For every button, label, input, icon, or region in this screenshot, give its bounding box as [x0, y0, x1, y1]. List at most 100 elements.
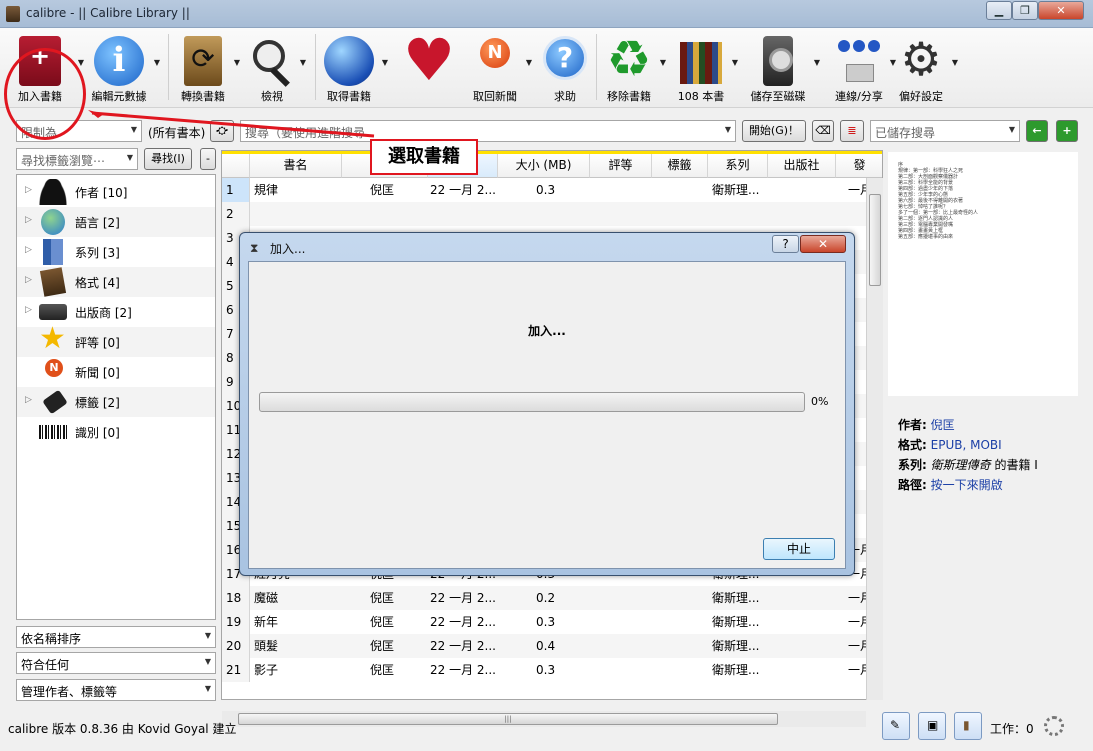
cover-browser-toggle-button[interactable]: ▣: [918, 712, 946, 740]
row-number[interactable]: 18: [222, 586, 250, 610]
path-detail-label: 路徑:: [898, 478, 927, 492]
plus-icon: +: [1062, 124, 1072, 137]
vertical-scrollbar[interactable]: [866, 178, 883, 700]
row-number[interactable]: 20: [222, 634, 250, 658]
donate-heart-button[interactable]: [396, 26, 460, 104]
help-icon: [543, 36, 587, 80]
jobs-text[interactable]: 工作：0: [990, 720, 1034, 737]
tree-item-ratings[interactable]: 評等 [0]: [17, 321, 215, 357]
tree-item-formats[interactable]: ▷ 格式 [4]: [17, 267, 215, 297]
expand-arrow-icon[interactable]: ▷: [25, 215, 32, 225]
chevron-down-icon: ▼: [1008, 125, 1015, 134]
library-dropdown-icon[interactable]: ▼: [732, 58, 738, 67]
saved-search-combo[interactable]: 已儲存搜尋 ▼: [870, 120, 1020, 142]
book-icon: ▮: [963, 718, 970, 732]
edit-metadata-button[interactable]: 編輯元數據 ▼: [86, 32, 160, 104]
column-header[interactable]: 標籤: [652, 154, 708, 178]
copy-search-button[interactable]: ≣: [840, 120, 864, 142]
tree-item-label: 出版商 [2]: [75, 306, 132, 320]
typewriter-icon: [39, 304, 67, 320]
tree-item-identifiers[interactable]: 識別 [0]: [17, 417, 215, 447]
library-button[interactable]: 108 本書 ▼: [672, 32, 738, 104]
connect-share-button[interactable]: 連線/分享 ▼: [830, 32, 896, 104]
cell-series: 衛斯理...: [712, 663, 760, 677]
scroll-thumb[interactable]: [869, 194, 881, 286]
author-link[interactable]: 倪匡: [931, 418, 955, 432]
chevron-down-icon: ▼: [204, 657, 211, 666]
row-number[interactable]: 1: [222, 178, 250, 202]
save-search-button[interactable]: ←: [1026, 120, 1048, 142]
preferences-dropdown-icon[interactable]: ▼: [952, 58, 958, 67]
main-toolbar: 加入書籍 ▼ 編輯元數據 ▼ 轉換書籍 ▼ 檢視 ▼ 取得書籍 ▼: [0, 26, 1093, 108]
series-suffix: 的書籍 I: [994, 458, 1038, 472]
column-header[interactable]: 發: [836, 154, 882, 178]
dialog-close-button[interactable]: ✕: [800, 235, 846, 253]
match-combo[interactable]: 符合任何 ▼: [16, 652, 216, 674]
add-books-dropdown-icon[interactable]: ▼: [78, 58, 84, 67]
column-header[interactable]: 出版社: [768, 154, 836, 178]
toolbar-separator: [596, 34, 597, 100]
tree-item-languages[interactable]: ▷ 語言 [2]: [17, 207, 215, 237]
path-link[interactable]: 按一下來開啟: [931, 478, 1003, 492]
expand-arrow-icon[interactable]: ▷: [25, 395, 32, 405]
row-number[interactable]: 19: [222, 610, 250, 634]
cell-size: 0.3: [536, 615, 556, 629]
row-number[interactable]: 2: [222, 202, 250, 226]
save-to-disk-dropdown-icon[interactable]: ▼: [814, 58, 820, 67]
help-button[interactable]: 求助: [538, 32, 592, 104]
column-header[interactable]: 大小 (MB): [498, 154, 590, 178]
clear-search-button[interactable]: ⌫: [812, 120, 834, 142]
get-books-dropdown-icon[interactable]: ▼: [382, 58, 388, 67]
book-details-toggle-button[interactable]: ▮: [954, 712, 982, 740]
sort-by-combo[interactable]: 依名稱排序 ▼: [16, 626, 216, 648]
author-detail-label: 作者:: [898, 418, 927, 432]
tag-icon: ✎: [890, 718, 901, 732]
row-number[interactable]: 21: [222, 658, 250, 682]
tree-item-tags[interactable]: ▷ 標籤 [2]: [17, 387, 215, 417]
preferences-button[interactable]: 偏好設定 ▼: [892, 32, 958, 104]
series-detail: 系列: 衛斯理傳奇 的書籍 I: [898, 456, 1038, 473]
stop-button[interactable]: 中止: [763, 538, 835, 560]
edit-metadata-dropdown-icon[interactable]: ▼: [154, 58, 160, 67]
minimize-button[interactable]: ▁: [986, 1, 1012, 20]
column-header[interactable]: 評等: [590, 154, 652, 178]
expand-arrow-icon[interactable]: ▷: [25, 185, 32, 195]
fetch-news-button[interactable]: 取回新聞 ▼: [466, 32, 532, 104]
get-books-button[interactable]: 取得書籍 ▼: [318, 32, 388, 104]
add-search-button[interactable]: +: [1056, 120, 1078, 142]
tag-browser-toggle-button[interactable]: ✎: [882, 712, 910, 740]
tree-item-series[interactable]: ▷ 系列 [3]: [17, 237, 215, 267]
save-to-disk-button[interactable]: 儲存至磁碟 ▼: [744, 32, 820, 104]
formats-detail: 格式: EPUB, MOBI: [898, 436, 1002, 453]
toolbar-separator: [315, 34, 316, 100]
tree-item-news[interactable]: 新聞 [0]: [17, 357, 215, 387]
fetch-news-dropdown-icon[interactable]: ▼: [526, 58, 532, 67]
maximize-button[interactable]: ❐: [1012, 1, 1038, 20]
busy-spinner-icon: [1044, 716, 1064, 736]
expand-arrow-icon[interactable]: ▷: [25, 275, 32, 285]
recycle-icon: [604, 30, 654, 88]
close-window-button[interactable]: ✕: [1038, 1, 1084, 20]
remove-books-dropdown-icon[interactable]: ▼: [660, 58, 666, 67]
search-go-button[interactable]: 開始(G)！: [742, 120, 806, 142]
manage-combo[interactable]: 管理作者、標籤等 ▼: [16, 679, 216, 701]
remove-books-label: 移除書籍: [607, 90, 651, 103]
book-cover-preview[interactable]: 序規律：第一部：科學狂人之死 第二部：大剖面觀察儀器計 第三部：科學全能的背景 第四部…: [888, 152, 1078, 396]
expand-arrow-icon[interactable]: ▷: [25, 245, 32, 255]
remove-books-button[interactable]: 移除書籍 ▼: [600, 30, 666, 104]
view-button[interactable]: 檢視 ▼: [246, 32, 306, 104]
column-header[interactable]: 系列: [708, 154, 768, 178]
tree-item-authors[interactable]: ▷ 作者 [10]: [17, 177, 215, 207]
dialog-help-button[interactable]: ?: [772, 235, 799, 253]
author-detail: 作者: 倪匡: [898, 416, 955, 433]
tree-item-label: 語言 [2]: [75, 216, 120, 230]
cell-title: 頭髮: [254, 639, 279, 653]
table-row[interactable]: [250, 202, 882, 226]
tag-browser: 尋找標籤瀏覽⋯ ▼ 尋找(I) - ▷ 作者 [10] ▷ 語言 [2] ▷ 系…: [16, 148, 216, 701]
view-label: 檢視: [261, 90, 283, 103]
convert-books-dropdown-icon[interactable]: ▼: [234, 58, 240, 67]
convert-books-button[interactable]: 轉換書籍 ▼: [174, 32, 240, 104]
expand-arrow-icon[interactable]: ▷: [25, 305, 32, 315]
view-dropdown-icon[interactable]: ▼: [300, 58, 306, 67]
formats-link[interactable]: EPUB, MOBI: [931, 438, 1002, 452]
